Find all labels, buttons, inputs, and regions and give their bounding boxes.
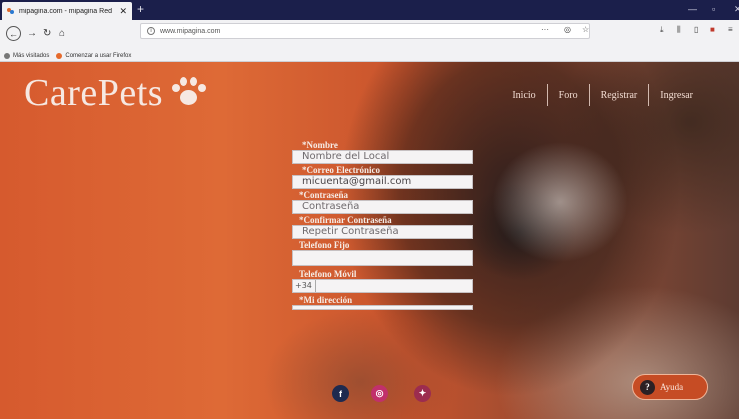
brand-name: CarePets — [24, 72, 164, 114]
facebook-icon[interactable]: f — [332, 385, 349, 402]
library-icon[interactable]: ⫼ — [677, 25, 681, 35]
pocket-icon[interactable]: ◎ — [564, 25, 571, 34]
mobile-field[interactable]: +34 — [292, 279, 473, 293]
help-icon: ? — [640, 379, 655, 395]
landline-field[interactable] — [292, 250, 473, 266]
direccion-label: *Mi dirección — [299, 295, 353, 305]
gear-icon — [4, 53, 10, 59]
nombre-label: *Nombre — [302, 140, 338, 150]
nav-registrar[interactable]: Registrar — [590, 90, 649, 101]
twitter-icon[interactable]: ✦ — [414, 385, 431, 402]
email-field[interactable]: micuenta@gmail.com — [292, 175, 473, 189]
nombre-input[interactable]: Nombre del Local — [292, 150, 473, 164]
browser-tab-bar: mipagina.com - mipagina Red ✕ + — ▫ ✕ — [0, 0, 739, 20]
info-icon[interactable]: i — [147, 27, 155, 35]
registration-form: *Nombre Nombre del Local *Correo Electró… — [292, 140, 478, 311]
instagram-icon[interactable]: ◎ — [371, 385, 388, 402]
paw-icon — [169, 76, 207, 110]
confirm-password-field[interactable]: Repetir Contraseña — [292, 225, 473, 239]
maximize-icon[interactable]: ▫ — [712, 4, 715, 14]
bookmark-item[interactable]: Más visitados — [13, 53, 49, 59]
help-button[interactable]: ? Ayuda — [632, 374, 708, 400]
address-field[interactable] — [292, 305, 473, 310]
back-icon[interactable]: ← — [6, 26, 21, 41]
bookmark-star-icon[interactable]: ☆ — [582, 25, 589, 34]
browser-tab[interactable]: mipagina.com - mipagina Red ✕ — [2, 2, 132, 20]
nav-divider — [588, 84, 590, 106]
nav-ingresar[interactable]: Ingresar — [649, 90, 704, 101]
nav-divider — [648, 84, 650, 106]
close-window-icon[interactable]: ✕ — [734, 4, 739, 15]
new-tab-icon[interactable]: + — [137, 2, 144, 16]
home-icon[interactable]: ⌂ — [59, 28, 65, 40]
browser-nav-bar: ← → ↻ ⌂ i www.mipagina.com ··· ◎ ☆ ⤓ ⫼ ▯… — [0, 20, 739, 51]
nav-divider — [546, 84, 548, 106]
tab-title: mipagina.com - mipagina Red — [19, 7, 112, 15]
menu-icon[interactable]: ≡ — [728, 25, 733, 34]
reload-icon[interactable]: ↻ — [43, 28, 51, 40]
contrasena-label: *Contraseña — [299, 190, 348, 200]
minimize-icon[interactable]: — — [688, 4, 697, 14]
tab-close-icon[interactable]: ✕ — [119, 6, 127, 17]
forward-icon[interactable]: → — [27, 28, 37, 40]
telefono-movil-label: Telefono Móvil — [299, 269, 357, 279]
site-logo[interactable]: CarePets — [24, 71, 207, 115]
extension-icon[interactable]: ■ — [710, 25, 715, 34]
country-prefix[interactable]: +34 — [293, 280, 316, 292]
confirmar-label: *Confirmar Contraseña — [299, 215, 392, 225]
correo-label: *Correo Electrónico — [302, 165, 381, 175]
url-bar[interactable]: i www.mipagina.com — [140, 23, 590, 39]
firefox-favicon-icon — [7, 7, 15, 15]
page-content: CarePets Inicio Foro Registrar Ingresar … — [0, 62, 739, 419]
password-field[interactable]: Contraseña — [292, 200, 473, 214]
help-label: Ayuda — [660, 382, 684, 392]
nav-inicio[interactable]: Inicio — [501, 90, 546, 101]
page-actions-icon[interactable]: ··· — [541, 25, 549, 34]
url-text: www.mipagina.com — [160, 27, 221, 35]
main-nav: Inicio Foro Registrar Ingresar — [501, 84, 704, 106]
bookmarks-bar: Más visitados Comenzar a usar Firefox — [0, 51, 739, 62]
telefono-fijo-label: Telefono Fijo — [299, 240, 350, 250]
sidebar-icon[interactable]: ▯ — [694, 25, 698, 34]
bookmark-item[interactable]: Comenzar a usar Firefox — [65, 53, 131, 59]
nav-foro[interactable]: Foro — [548, 90, 589, 101]
firefox-icon — [56, 53, 63, 59]
download-icon[interactable]: ⤓ — [660, 25, 664, 35]
